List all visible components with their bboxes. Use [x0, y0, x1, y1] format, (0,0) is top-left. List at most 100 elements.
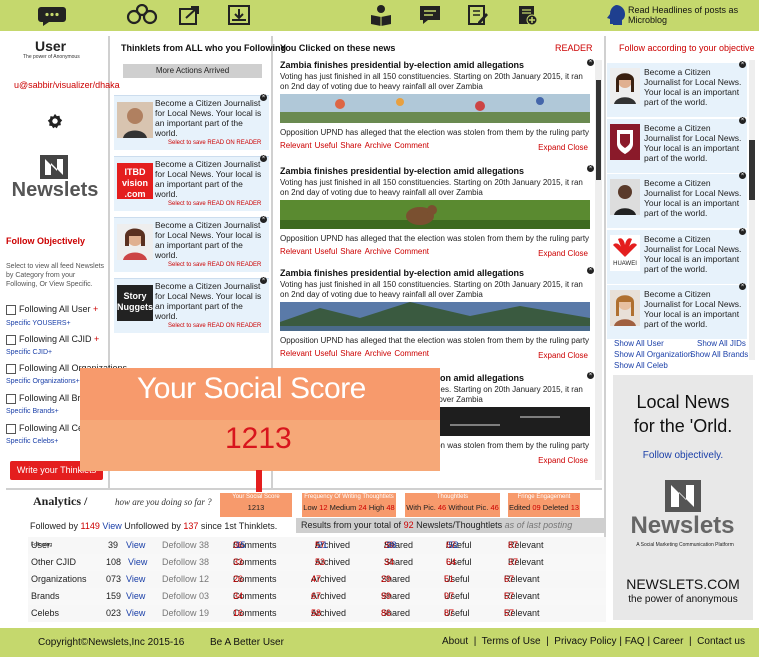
specific-cjid-link[interactable]: Specific CJID+ [6, 349, 52, 356]
network-icon[interactable] [125, 4, 159, 26]
expand-link[interactable]: Expand [538, 456, 565, 465]
download-box-icon[interactable] [227, 4, 251, 26]
follow-card[interactable]: Become a Citizen Journalist for Local Ne… [607, 117, 747, 173]
expand-link[interactable]: Expand [538, 249, 565, 258]
follow-card[interactable]: Become a Citizen Journalist for Local Ne… [607, 283, 747, 339]
close-icon[interactable]: × [260, 94, 267, 101]
news-headline[interactable]: Zambia finishes presidential by-election… [280, 60, 524, 70]
show-all-user-link[interactable]: Show All User [614, 339, 664, 348]
expand-link[interactable]: Expand [538, 143, 565, 152]
be-better-user-link[interactable]: Be A Better User [210, 637, 284, 648]
row-defollow[interactable]: Defollow 38 [162, 554, 209, 571]
close-icon[interactable]: × [739, 117, 746, 124]
row-defollow[interactable]: Defollow 19 [162, 605, 209, 622]
follow-card[interactable]: HUAWEI Become a Citizen Journalist for L… [607, 228, 747, 284]
row-view-link[interactable]: View [126, 571, 145, 588]
follow-scrollbar-thumb[interactable] [749, 140, 755, 200]
show-all-celeb-link[interactable]: Show All Celeb [614, 361, 668, 370]
expand-link[interactable]: Expand [538, 351, 565, 360]
message-icon[interactable] [418, 4, 442, 26]
thinklet-card[interactable]: Become a Citizen Journalist for Local Ne… [114, 94, 269, 150]
microblog-headline-link[interactable]: Read Headlines of posts as Microblog [628, 5, 743, 25]
share-icon[interactable] [178, 4, 202, 26]
comment-link[interactable]: Comment [394, 247, 429, 256]
show-all-organization-link[interactable]: Show All Organization [614, 350, 692, 359]
footer-link-contact[interactable]: Contact us [697, 636, 745, 647]
useful-link[interactable]: Useful [315, 141, 338, 150]
chat-icon[interactable] [37, 4, 69, 26]
row-view-link[interactable]: View [126, 537, 145, 554]
follow-card[interactable]: Become a Citizen Journalist for Local Ne… [607, 172, 747, 228]
close-icon[interactable]: × [260, 155, 267, 162]
close-icon[interactable]: × [739, 61, 746, 68]
filter-checkbox-user[interactable] [6, 305, 16, 315]
reader-icon[interactable] [369, 4, 393, 26]
close-link[interactable]: Close [568, 456, 588, 465]
show-all-jids-link[interactable]: Show All JIDs [697, 339, 746, 348]
archive-link[interactable]: Archive [365, 141, 392, 150]
save-read-link[interactable]: Select to save READ ON READER [168, 262, 261, 268]
comment-link[interactable]: Comment [394, 141, 429, 150]
close-icon[interactable]: × [739, 283, 746, 290]
add-document-icon[interactable] [516, 4, 540, 26]
filter-checkbox-organizations[interactable] [6, 364, 16, 374]
filter-checkbox-cjid[interactable] [6, 335, 16, 345]
reader-link[interactable]: READER [555, 43, 593, 53]
specific-celebs-link[interactable]: Specific Celebs+ [6, 438, 58, 445]
close-icon[interactable]: × [260, 216, 267, 223]
row-view-link[interactable]: View [126, 588, 145, 605]
follow-scrollbar[interactable] [749, 60, 755, 360]
relevant-link[interactable]: Relevant [280, 141, 312, 150]
follow-card[interactable]: Become a Citizen Journalist for Local Ne… [607, 61, 747, 117]
footer-link-about[interactable]: About [442, 636, 468, 647]
comment-link[interactable]: Comment [394, 349, 429, 358]
filter-checkbox-celebs[interactable] [6, 424, 16, 434]
head-profile-icon[interactable] [604, 3, 628, 25]
save-read-link[interactable]: Select to save READ ON READER [168, 140, 261, 146]
close-link[interactable]: Close [568, 143, 588, 152]
row-defollow[interactable]: Defollow 03 [162, 588, 209, 605]
specific-user-link[interactable]: Specific YOUSERS+ [6, 320, 71, 327]
close-icon[interactable]: × [587, 267, 594, 274]
thinklet-card[interactable]: Story Nuggets Become a Citizen Journalis… [114, 277, 269, 333]
row-view-link[interactable]: View [128, 554, 147, 571]
close-icon[interactable]: × [587, 165, 594, 172]
specific-organizations-link[interactable]: Specific Organizations+ [6, 378, 80, 385]
row-defollow[interactable]: Defollow 12 [162, 571, 209, 588]
show-all-brands-link[interactable]: Show All Brands [690, 350, 748, 359]
view-followers-link[interactable]: View [102, 521, 121, 531]
share-link[interactable]: Share [340, 141, 361, 150]
close-link[interactable]: Close [568, 351, 588, 360]
footer-link-faq[interactable]: FAQ [625, 636, 645, 647]
close-icon[interactable]: × [739, 172, 746, 179]
save-read-link[interactable]: Select to save READ ON READER [168, 201, 261, 207]
footer-link-privacy[interactable]: Privacy Policy [554, 636, 616, 647]
footer-link-career[interactable]: Career [653, 636, 684, 647]
row-defollow[interactable]: Defollow 38 [162, 537, 209, 554]
close-link[interactable]: Close [568, 249, 588, 258]
save-read-link[interactable]: Select to save READ ON READER [168, 323, 261, 329]
news-scrollbar-thumb[interactable] [596, 80, 601, 180]
thinklet-card[interactable]: ITBD vision .com Become a Citizen Journa… [114, 155, 269, 211]
specific-brands-link[interactable]: Specific Brands+ [6, 408, 59, 415]
share-link[interactable]: Share [340, 247, 361, 256]
thinklet-card[interactable]: Become a Citizen Journalist for Local Ne… [114, 216, 269, 272]
archive-link[interactable]: Archive [365, 349, 392, 358]
archive-link[interactable]: Archive [365, 247, 392, 256]
useful-link[interactable]: Useful [315, 247, 338, 256]
news-headline[interactable]: Zambia finishes presidential by-election… [280, 166, 524, 176]
close-icon[interactable]: × [739, 228, 746, 235]
filter-checkbox-brands[interactable] [6, 394, 16, 404]
more-actions-button[interactable]: More Actions Arrived [123, 64, 262, 78]
edit-note-icon[interactable] [466, 4, 490, 26]
share-link[interactable]: Share [340, 349, 361, 358]
news-headline[interactable]: Zambia finishes presidential by-election… [280, 268, 524, 278]
close-icon[interactable]: × [587, 372, 594, 379]
close-icon[interactable]: × [260, 277, 267, 284]
gear-icon[interactable] [46, 113, 64, 131]
footer-link-terms[interactable]: Terms of Use [482, 636, 541, 647]
close-icon[interactable]: × [587, 59, 594, 66]
useful-link[interactable]: Useful [315, 349, 338, 358]
row-view-link[interactable]: View [126, 605, 145, 622]
relevant-link[interactable]: Relevant [280, 247, 312, 256]
